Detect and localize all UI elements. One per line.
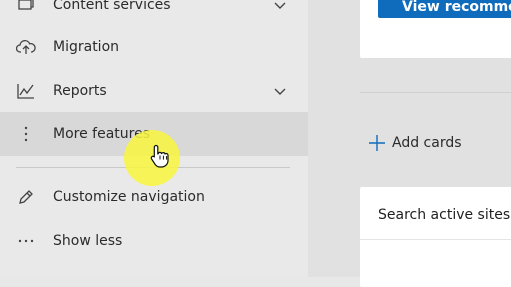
recommendations-card: View recommen (360, 0, 511, 58)
more-vertical-icon (16, 124, 36, 144)
hand-pointer-icon (150, 144, 169, 168)
card-title: Search active sites (378, 207, 511, 223)
section-divider (360, 92, 511, 93)
sidebar-item-label: Migration (53, 39, 120, 55)
add-cards-label: Add cards (392, 135, 462, 151)
pencil-icon (16, 187, 36, 207)
sidebar-item-reports[interactable]: Reports (0, 69, 308, 113)
main-content: View recommen Add cards Search active si… (308, 0, 511, 287)
content-services-icon (16, 0, 36, 15)
sidebar-item-show-less[interactable]: Show less (0, 219, 308, 263)
sidebar-item-label: Show less (53, 233, 123, 249)
chevron-down-icon[interactable] (272, 83, 288, 99)
sidebar-item-label: Reports (53, 83, 107, 99)
add-cards-button[interactable]: Add cards (368, 133, 462, 153)
search-active-sites-card: Search active sites (360, 187, 511, 287)
sidebar-item-label: Content services (53, 0, 171, 13)
plus-icon (369, 135, 385, 151)
chevron-down-icon[interactable] (272, 0, 288, 13)
sidebar-item-content-services[interactable]: Content services (0, 0, 308, 27)
view-recommendations-button[interactable]: View recommen (378, 0, 511, 18)
cloud-upload-icon (16, 37, 36, 57)
chart-line-icon (16, 81, 36, 101)
sidebar-item-migration[interactable]: Migration (0, 25, 308, 69)
sidebar-item-label: Customize navigation (53, 189, 205, 205)
card-divider (360, 239, 511, 240)
more-horizontal-icon (16, 231, 36, 251)
